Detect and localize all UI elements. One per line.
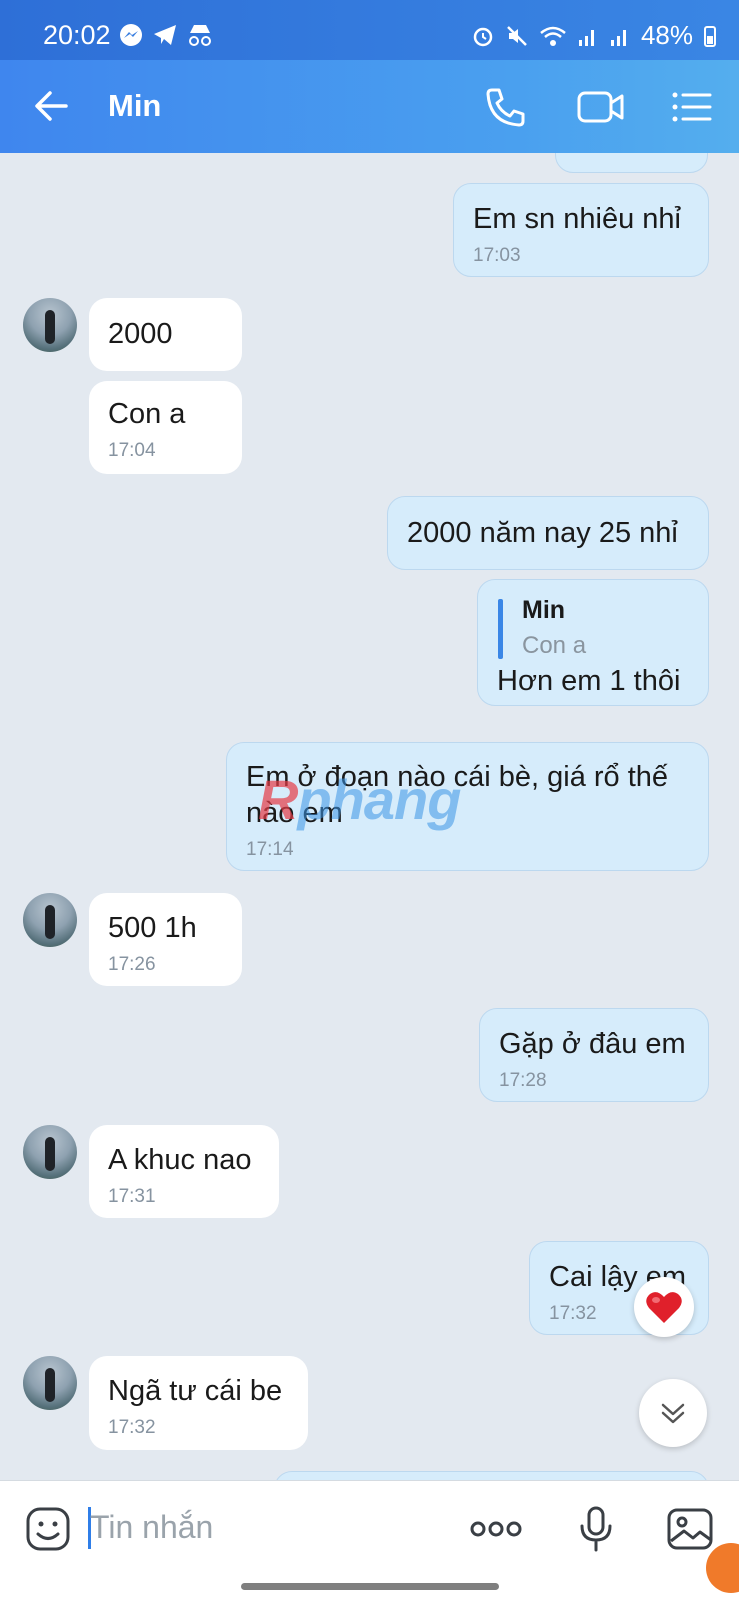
heart-icon xyxy=(646,1292,682,1323)
top-bar: 20:02 48% Min xyxy=(0,0,739,153)
menu-icon[interactable] xyxy=(670,84,714,130)
outgoing-bubble-partial xyxy=(555,153,708,173)
message-time: 17:26 xyxy=(108,954,156,975)
image-icon[interactable] xyxy=(666,1505,714,1553)
avatar[interactable] xyxy=(23,1125,77,1179)
status-system-icons: 48% xyxy=(471,20,717,51)
quote-author: Min xyxy=(522,596,566,624)
incoming-message[interactable]: Con a 17:04 xyxy=(89,381,242,474)
more-icon[interactable] xyxy=(470,1517,522,1541)
reaction-button[interactable] xyxy=(634,1277,694,1337)
outgoing-reply-message[interactable]: Min Con a Hơn em 1 thôi xyxy=(477,579,709,706)
status-bar: 20:02 48% xyxy=(0,0,739,60)
message-time: 17:31 xyxy=(108,1186,156,1207)
contact-name[interactable]: Min xyxy=(108,88,161,124)
message-text: A khuc nao xyxy=(108,1144,252,1176)
signal-icon xyxy=(578,29,594,46)
incoming-message[interactable]: 2000 xyxy=(89,298,242,371)
outgoing-bubble-partial xyxy=(274,1471,709,1480)
message-text: Em sn nhiêu nhỉ xyxy=(473,203,681,235)
scroll-to-bottom-button[interactable] xyxy=(639,1379,707,1447)
home-indicator[interactable] xyxy=(241,1583,499,1590)
message-text: Gặp ở đâu em xyxy=(499,1028,686,1060)
emoji-icon[interactable] xyxy=(24,1505,72,1553)
outgoing-message[interactable]: Em sn nhiêu nhỉ 17:03 xyxy=(453,183,709,277)
battery-icon xyxy=(704,25,716,47)
chat-header: Min xyxy=(0,60,739,153)
message-text: Hơn em 1 thôi xyxy=(497,665,681,697)
quote-text: Con a xyxy=(522,632,587,659)
incognito-icon xyxy=(189,25,211,46)
message-time: 17:32 xyxy=(549,1303,597,1324)
message-text: Ngã tư cái be xyxy=(108,1375,283,1407)
telegram-icon xyxy=(154,25,176,45)
chat-thread[interactable]: Em sn nhiêu nhỉ 17:03 2000 Con a 17:04 2… xyxy=(0,153,739,1480)
watermark-logo: Rphang xyxy=(258,768,461,831)
message-time: 17:14 xyxy=(246,839,294,860)
chevron-down-icon xyxy=(661,1403,685,1424)
microphone-icon[interactable] xyxy=(578,1505,614,1553)
phone-icon[interactable] xyxy=(482,84,528,130)
message-time: 17:32 xyxy=(108,1417,156,1438)
incoming-message[interactable]: 500 1h 17:26 xyxy=(89,893,242,986)
avatar[interactable] xyxy=(23,298,77,352)
incoming-message[interactable]: A khuc nao 17:31 xyxy=(89,1125,279,1218)
message-input-bar: Tin nhắn xyxy=(0,1480,739,1600)
avatar[interactable] xyxy=(23,1356,77,1410)
message-time: 17:04 xyxy=(108,440,156,461)
avatar[interactable] xyxy=(23,893,77,947)
status-time: 20:02 xyxy=(43,20,111,50)
quote-bar xyxy=(498,599,503,659)
status-notification-icons xyxy=(118,22,214,48)
message-text: Con a xyxy=(108,398,186,430)
messenger-icon xyxy=(120,24,142,46)
mute-icon xyxy=(507,25,527,46)
alarm-icon xyxy=(473,27,493,46)
signal-icon-2 xyxy=(610,29,626,46)
video-icon[interactable] xyxy=(576,84,626,130)
message-time: 17:03 xyxy=(473,245,521,266)
message-time: 17:28 xyxy=(499,1070,547,1091)
message-text: 2000 xyxy=(108,318,173,350)
message-input[interactable]: Tin nhắn xyxy=(90,1509,213,1546)
message-text: 500 1h xyxy=(108,912,197,944)
back-arrow-icon[interactable] xyxy=(32,86,72,126)
message-text: 2000 năm nay 25 nhỉ xyxy=(407,517,678,549)
outgoing-message[interactable]: Gặp ở đâu em 17:28 xyxy=(479,1008,709,1102)
battery-percent: 48% xyxy=(640,20,693,50)
incoming-message[interactable]: Ngã tư cái be 17:32 xyxy=(89,1356,308,1450)
wifi-icon xyxy=(540,26,566,46)
outgoing-message[interactable]: 2000 năm nay 25 nhỉ xyxy=(387,496,709,570)
